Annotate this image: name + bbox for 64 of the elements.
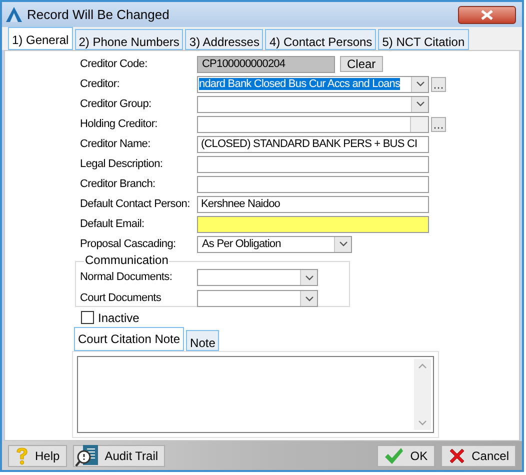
chevron-down-icon xyxy=(416,81,424,87)
dropdown-field[interactable] xyxy=(197,96,429,112)
dropdown-arrow-button[interactable] xyxy=(300,270,317,285)
tab[interactable]: 4) Contact Persons xyxy=(265,29,376,50)
checkmark-icon xyxy=(384,446,404,464)
checkbox-label: Inactive xyxy=(98,310,140,326)
tab[interactable]: Note xyxy=(186,330,220,351)
clear-button[interactable]: Clear xyxy=(340,56,383,72)
field-label: Creditor Name: xyxy=(80,138,150,150)
window-title: Record Will Be Changed xyxy=(27,6,170,24)
lookup-button xyxy=(410,116,428,132)
text-field[interactable]: Kershnee Naidoo xyxy=(197,196,429,212)
chevron-down-icon xyxy=(338,241,348,247)
checkbox[interactable] xyxy=(81,311,94,324)
dropdown-arrow-button[interactable] xyxy=(300,291,317,306)
audit-button[interactable]: Audit Trail xyxy=(72,444,166,466)
dropdown-field[interactable]: ndard Bank Closed Bus Cur Accs and Loans xyxy=(197,76,429,92)
tab[interactable]: Court Citation Note xyxy=(74,327,184,351)
dropdown-arrow-button[interactable] xyxy=(334,236,351,252)
field-label: Holding Creditor: xyxy=(80,118,158,130)
scrollbar[interactable] xyxy=(414,359,431,430)
tab[interactable]: 1) General xyxy=(8,27,73,50)
group-title: Communication xyxy=(84,254,170,266)
dropdown-field[interactable]: As Per Obligation xyxy=(197,236,352,252)
field-label: Default Contact Person: xyxy=(80,198,190,210)
code-field[interactable]: CP100000000204 xyxy=(197,56,335,72)
chevron-down-icon xyxy=(304,296,314,302)
dropdown-field[interactable] xyxy=(197,290,318,307)
close-icon xyxy=(448,446,466,464)
field-label: Creditor Branch: xyxy=(80,178,156,190)
field-label: Court Documents xyxy=(80,292,162,304)
chevron-down-icon xyxy=(416,101,424,107)
chevron-down-icon xyxy=(304,274,314,280)
field-label: Legal Description: xyxy=(80,158,163,170)
browse-button[interactable] xyxy=(431,116,446,132)
ok-button[interactable]: OK xyxy=(377,444,435,466)
dropdown-field[interactable] xyxy=(197,269,318,286)
field-label: Creditor Code: xyxy=(80,58,148,70)
browse-button[interactable] xyxy=(431,76,446,92)
field-label: Proposal Cascading: xyxy=(80,238,176,250)
lookup-field[interactable] xyxy=(197,116,429,132)
tab[interactable]: 2) Phone Numbers xyxy=(74,29,184,50)
text-field[interactable]: (CLOSED) STANDARD BANK PERS + BUS CI xyxy=(197,136,429,152)
question-mark-icon xyxy=(15,446,29,464)
text-field[interactable] xyxy=(197,216,429,232)
dropdown-arrow-button[interactable] xyxy=(411,76,428,92)
tab[interactable]: 3) Addresses xyxy=(185,29,264,50)
field-value: ndard Bank Closed Bus Cur Accs and Loans xyxy=(199,78,400,90)
app-logo-icon xyxy=(6,7,22,22)
close-icon xyxy=(481,10,493,20)
text-field[interactable] xyxy=(197,176,429,192)
close-button[interactable] xyxy=(458,6,516,24)
field-label: Normal Documents: xyxy=(80,271,172,284)
scroll-up-icon xyxy=(418,363,427,369)
scroll-down-icon xyxy=(418,420,427,426)
field-label: Creditor: xyxy=(80,78,120,90)
field-label: Default Email: xyxy=(80,218,144,230)
cancel-button[interactable]: Cancel xyxy=(440,444,516,466)
dropdown-arrow-button[interactable] xyxy=(411,96,428,112)
document-magnifier-icon xyxy=(74,444,99,466)
tab[interactable]: 5) NCT Citation xyxy=(378,29,469,50)
help-button[interactable]: Help xyxy=(8,444,67,466)
text-field[interactable] xyxy=(197,156,429,172)
field-label: Creditor Group: xyxy=(80,98,152,110)
